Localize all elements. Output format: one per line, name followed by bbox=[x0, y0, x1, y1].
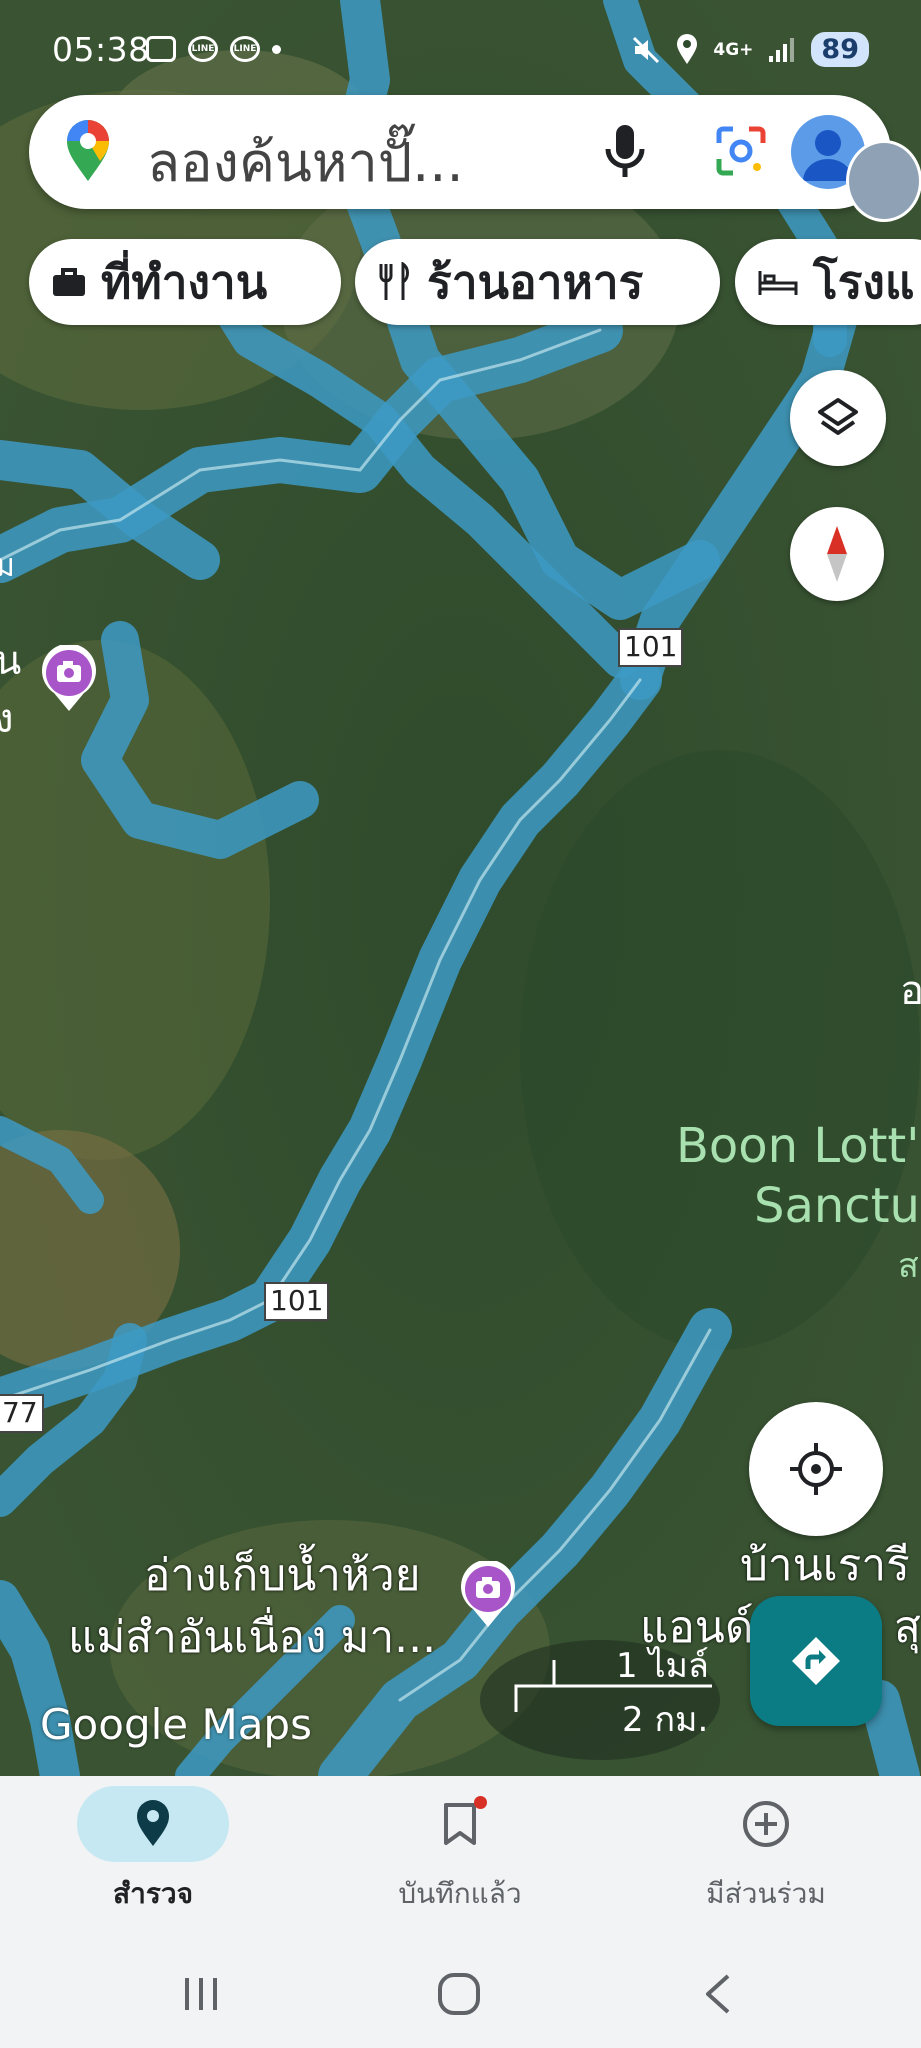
search-input[interactable]: ลองค้นหาปั๊... bbox=[147, 119, 464, 205]
home-icon[interactable] bbox=[437, 1972, 481, 2016]
route-shield-77: 77 bbox=[0, 1394, 44, 1433]
tab-contribute[interactable]: มีส่วนร่วม bbox=[656, 1786, 876, 1916]
photo-thumbnail[interactable] bbox=[846, 140, 921, 222]
map-label-left-edge-1: ม bbox=[0, 546, 16, 584]
battery-indicator: 89 bbox=[811, 32, 869, 67]
back-icon[interactable] bbox=[702, 1972, 732, 2016]
lens-icon[interactable] bbox=[713, 123, 769, 179]
layers-icon bbox=[818, 398, 858, 435]
system-navigation-bar bbox=[0, 1946, 921, 2048]
map-label-village-1: บ้านเรารี bbox=[740, 1540, 910, 1591]
mute-icon bbox=[633, 36, 660, 63]
bookmark-icon bbox=[444, 1803, 476, 1845]
route-shield-101-south: 101 bbox=[264, 1282, 330, 1321]
status-bar: 05:38 LINE LINE 4G+ 89 bbox=[0, 0, 921, 100]
location-pin-icon bbox=[137, 1800, 169, 1846]
scale-metric: 2 กม. bbox=[622, 1700, 709, 1740]
scale-imperial: 1 ไมล์ bbox=[616, 1646, 709, 1686]
tab-saved-indicator bbox=[384, 1786, 536, 1862]
chip-restaurants-label: ร้านอาหาร bbox=[427, 254, 644, 309]
network-type: 4G+ bbox=[713, 39, 754, 60]
tab-explore[interactable]: สำรวจ bbox=[43, 1786, 263, 1916]
map-label-reservoir-1: อ่างเก็บน้ำห้วย bbox=[144, 1550, 421, 1601]
search-bar[interactable]: ลองค้นหาปั๊... bbox=[29, 95, 891, 209]
calendar-icon bbox=[146, 36, 176, 62]
tab-saved[interactable]: บันทึกแล้ว bbox=[350, 1786, 570, 1916]
photo-poi-marker-left[interactable] bbox=[40, 643, 98, 717]
line-app-icon-2: LINE bbox=[230, 36, 260, 62]
photo-poi-marker-reservoir[interactable] bbox=[459, 1559, 517, 1633]
line-app-icon: LINE bbox=[188, 36, 218, 62]
map-label-village-2b: ุ สุ bbox=[880, 1602, 921, 1653]
map-label-left-edge-2: น bbox=[0, 638, 22, 684]
tab-saved-label: บันทึกแล้ว bbox=[398, 1877, 522, 1910]
mic-icon[interactable] bbox=[601, 123, 649, 183]
recents-icon[interactable] bbox=[181, 1974, 221, 2014]
fork-knife-icon bbox=[379, 262, 409, 300]
google-maps-attribution: Google Maps bbox=[40, 1700, 312, 1749]
tab-contribute-label: มีส่วนร่วม bbox=[706, 1877, 826, 1910]
compass-button[interactable] bbox=[790, 507, 884, 601]
chip-work-label: ที่ทำงาน bbox=[101, 254, 268, 309]
tab-explore-label: สำรวจ bbox=[113, 1877, 193, 1910]
tab-explore-indicator bbox=[77, 1786, 229, 1862]
notification-icons: LINE LINE bbox=[146, 36, 281, 62]
signal-icon bbox=[769, 37, 795, 62]
chip-restaurants[interactable]: ร้านอาหาร bbox=[355, 239, 720, 325]
briefcase-icon bbox=[53, 268, 85, 296]
scale-bar: 1 ไมล์ 2 กม. bbox=[514, 1640, 714, 1740]
map-label-right-edge: อ bbox=[900, 968, 921, 1014]
map-label-left-edge-3: ง bbox=[0, 696, 14, 742]
map-label-sanctuary-3: ส bbox=[898, 1246, 919, 1286]
route-shield-101-north: 101 bbox=[618, 628, 684, 667]
chip-work[interactable]: ที่ทำงาน bbox=[29, 239, 341, 325]
map-label-sanctuary-2: Sanctua bbox=[754, 1178, 921, 1234]
more-notifications-dot bbox=[272, 44, 281, 54]
notification-dot bbox=[474, 1796, 487, 1809]
directions-button[interactable] bbox=[750, 1596, 882, 1726]
chip-hotels-label: โรงแ bbox=[813, 254, 915, 309]
crosshair-icon bbox=[790, 1443, 842, 1495]
add-circle-icon bbox=[743, 1801, 789, 1847]
tab-contribute-indicator bbox=[690, 1786, 842, 1862]
my-location-button[interactable] bbox=[749, 1402, 883, 1536]
chip-hotels[interactable]: โรงแ bbox=[735, 239, 921, 325]
bottom-navigation: สำรวจ บันทึกแล้ว มีส่วนร่วม bbox=[0, 1776, 921, 1946]
status-time: 05:38 bbox=[52, 30, 150, 69]
location-icon bbox=[677, 33, 698, 64]
directions-icon bbox=[792, 1637, 840, 1685]
layers-button[interactable] bbox=[790, 370, 886, 466]
system-status-icons: 4G+ 89 bbox=[631, 32, 869, 67]
compass-icon bbox=[827, 526, 847, 582]
bed-icon bbox=[758, 271, 798, 295]
map-label-reservoir-2: แม่สำอันเนื่อง มา... bbox=[68, 1612, 437, 1663]
google-maps-pin-icon bbox=[67, 120, 109, 181]
map-label-sanctuary-1: Boon Lott's bbox=[676, 1118, 921, 1174]
